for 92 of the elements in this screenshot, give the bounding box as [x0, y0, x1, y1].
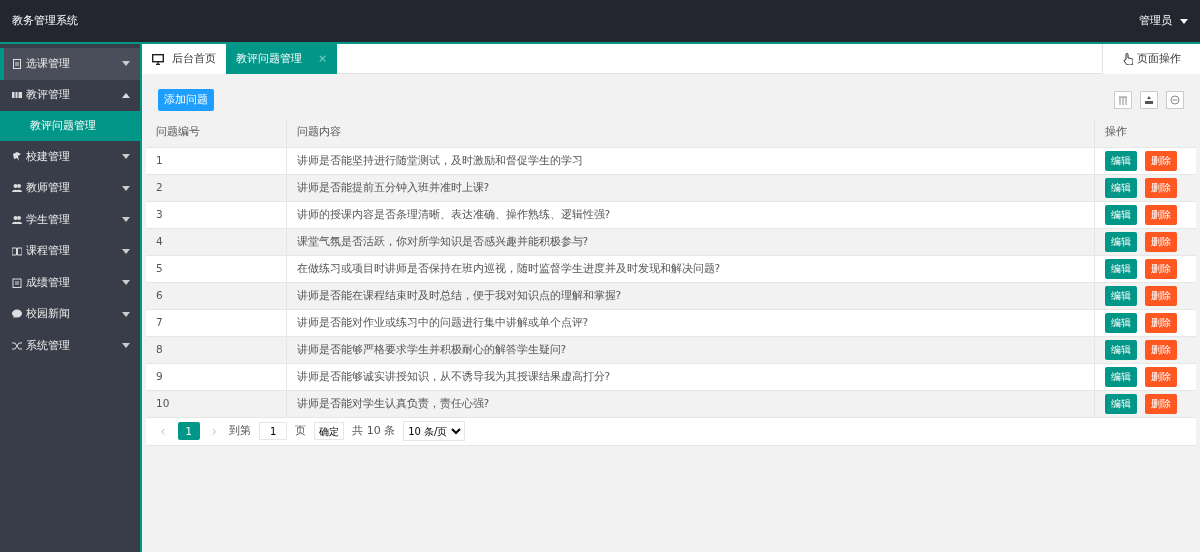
caret-up-icon: [122, 92, 130, 98]
confirm-button[interactable]: 确定: [314, 422, 345, 440]
delete-button[interactable]: 删除: [1144, 366, 1177, 387]
app-title: 教务管理系统: [12, 12, 78, 29]
edit-button[interactable]: 编辑: [1104, 312, 1137, 333]
caret-down-icon: [122, 61, 130, 67]
delete-button[interactable]: 删除: [1144, 150, 1177, 171]
add-question-button[interactable]: 添加问题: [158, 89, 214, 111]
table-cell: 3: [146, 201, 286, 228]
page-unit-label: 页: [295, 422, 307, 439]
page-size-select[interactable]: 10 条/页: [403, 421, 466, 441]
table-cell: 课堂气氛是否活跃，你对所学知识是否感兴趣并能积极参与?: [286, 228, 1094, 255]
edit-button[interactable]: 编辑: [1104, 339, 1137, 360]
page-number[interactable]: 1: [177, 422, 200, 440]
table-cell: 7: [146, 309, 286, 336]
sidebar-item[interactable]: 系统管理: [0, 330, 140, 362]
table-cell: 1: [146, 147, 286, 174]
monitor-icon: [152, 53, 164, 65]
table-cell: 6: [146, 282, 286, 309]
delete-button[interactable]: 删除: [1144, 285, 1177, 306]
table-cell: 讲师的授课内容是否条理清晰、表达准确、操作熟练、逻辑性强?: [286, 201, 1094, 228]
table-cell: 在做练习或项目时讲师是否保持在班内巡视，随时监督学生进度并及时发现和解决问题?: [286, 255, 1094, 282]
edit-button[interactable]: 编辑: [1104, 393, 1137, 414]
caret-icon: [1180, 18, 1188, 24]
table-cell: 讲师是否能够严格要求学生并积极耐心的解答学生疑问?: [286, 336, 1094, 363]
chat-icon: [12, 309, 22, 320]
goto-label: 到第: [229, 422, 252, 439]
total-count: 共 10 条: [352, 422, 396, 439]
columns-icon: [1118, 95, 1128, 105]
users-icon: [12, 214, 22, 225]
column-header: 问题内容: [286, 118, 1094, 147]
caret-down-icon: [122, 343, 130, 349]
export-button[interactable]: [1140, 91, 1158, 109]
edit-button[interactable]: 编辑: [1104, 285, 1137, 306]
edit-button[interactable]: 编辑: [1104, 231, 1137, 252]
sidebar-item[interactable]: 校园新闻: [0, 298, 140, 330]
doc-icon: [12, 58, 22, 69]
caret-down-icon: [122, 280, 130, 286]
caret-down-icon: [122, 248, 130, 254]
sidebar-item[interactable]: 课程管理: [0, 235, 140, 267]
table-cell: 讲师是否能坚持进行随堂测试，及时激励和督促学生的学习: [286, 147, 1094, 174]
page-actions-button[interactable]: 页面操作: [1102, 44, 1200, 74]
tab[interactable]: 教评问题管理 ×: [226, 44, 338, 74]
user-menu[interactable]: 管理员: [1139, 12, 1172, 30]
delete-button[interactable]: 删除: [1144, 177, 1177, 198]
table-cell: 4: [146, 228, 286, 255]
delete-button[interactable]: 删除: [1144, 312, 1177, 333]
book-icon: [12, 246, 22, 257]
delete-button[interactable]: 删除: [1144, 393, 1177, 414]
column-header: 问题编号: [146, 118, 286, 147]
sidebar-item[interactable]: 教评管理: [0, 79, 140, 111]
table-cell: 9: [146, 363, 286, 390]
table-cell: 讲师是否能对作业或练习中的问题进行集中讲解或单个点评?: [286, 309, 1094, 336]
export-icon: [1144, 95, 1154, 105]
caret-down-icon: [122, 154, 130, 160]
submenu-item[interactable]: 教评问题管理: [0, 111, 140, 141]
page-input[interactable]: 1: [259, 422, 288, 440]
sidebar-item[interactable]: 教师管理: [0, 172, 140, 204]
print-button[interactable]: [1166, 91, 1184, 109]
table-cell: 讲师是否能对学生认真负责，责任心强?: [286, 390, 1094, 417]
close-icon[interactable]: ×: [318, 50, 328, 68]
table-cell: 讲师是否能提前五分钟入班并准时上课?: [286, 174, 1094, 201]
caret-down-icon: [122, 185, 130, 191]
print-icon: [1170, 95, 1180, 105]
sidebar-item[interactable]: 校建管理: [0, 141, 140, 173]
table-cell: 讲师是否能够诚实讲授知识，从不诱导我为其授课结果虚高打分?: [286, 363, 1094, 390]
caret-down-icon: [122, 217, 130, 223]
grid-icon: [12, 90, 22, 101]
sidebar-item[interactable]: 成绩管理: [0, 267, 140, 299]
edit-button[interactable]: 编辑: [1104, 177, 1137, 198]
edit-button[interactable]: 编辑: [1104, 204, 1137, 225]
hand-icon: [1122, 53, 1133, 65]
table-cell: 8: [146, 336, 286, 363]
flag-icon: [12, 151, 22, 162]
delete-button[interactable]: 删除: [1144, 204, 1177, 225]
sidebar-item[interactable]: 学生管理: [0, 204, 140, 236]
sidebar-item[interactable]: 选课管理: [0, 48, 140, 80]
users-icon: [12, 183, 22, 194]
table-cell: 5: [146, 255, 286, 282]
edit-button[interactable]: 编辑: [1104, 366, 1137, 387]
delete-button[interactable]: 删除: [1144, 339, 1177, 360]
delete-button[interactable]: 删除: [1144, 231, 1177, 252]
edit-button[interactable]: 编辑: [1104, 258, 1137, 279]
column-header: 操作: [1094, 118, 1196, 147]
edit-button[interactable]: 编辑: [1104, 150, 1137, 171]
clipboard-icon: [12, 277, 22, 288]
shuffle-icon: [12, 340, 22, 351]
caret-down-icon: [122, 311, 130, 317]
table-cell: 讲师是否能在课程结束时及时总结，便于我对知识点的理解和掌握?: [286, 282, 1094, 309]
table-cell: 2: [146, 174, 286, 201]
table-cell: 10: [146, 390, 286, 417]
delete-button[interactable]: 删除: [1144, 258, 1177, 279]
